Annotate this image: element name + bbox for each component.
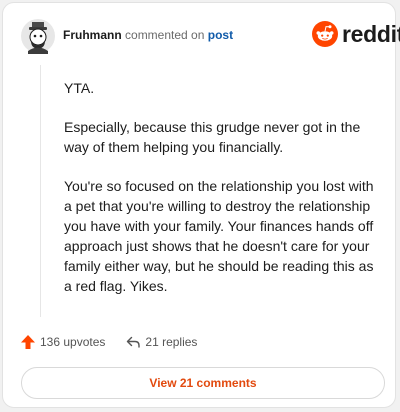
comment-paragraph: You're so focused on the relationship yo… <box>64 178 374 294</box>
thread-line <box>40 65 41 317</box>
reddit-snoo-icon <box>312 21 338 47</box>
comment-body: YTA. Especially, because this grudge nev… <box>64 78 374 315</box>
reddit-logo[interactable]: reddit <box>312 21 400 47</box>
upvote-arrow-icon <box>21 335 35 349</box>
post-link[interactable]: post <box>208 28 233 42</box>
reply-button[interactable]: 21 replies <box>125 334 197 350</box>
comment-paragraph: YTA. <box>64 80 95 96</box>
reddit-wordmark: reddit <box>342 20 400 47</box>
comment-header: Fruhmann commented on post <box>63 28 233 42</box>
reply-arrow-icon <box>127 336 141 348</box>
reply-count: 21 replies <box>145 335 198 349</box>
author-name[interactable]: Fruhmann <box>63 28 122 42</box>
comment-card: Fruhmann commented on post reddit YTA. E… <box>2 2 400 408</box>
upvote-count: 136 upvotes <box>40 335 106 349</box>
avatar[interactable] <box>20 18 56 54</box>
comment-actions: 136 upvotes 21 replies <box>20 334 197 350</box>
header-action-text: commented on <box>125 28 205 42</box>
view-comments-button[interactable]: View 21 comments <box>21 367 385 399</box>
comment-paragraph: Especially, because this grudge never go… <box>64 119 361 155</box>
upvote-button[interactable]: 136 upvotes <box>20 334 105 350</box>
